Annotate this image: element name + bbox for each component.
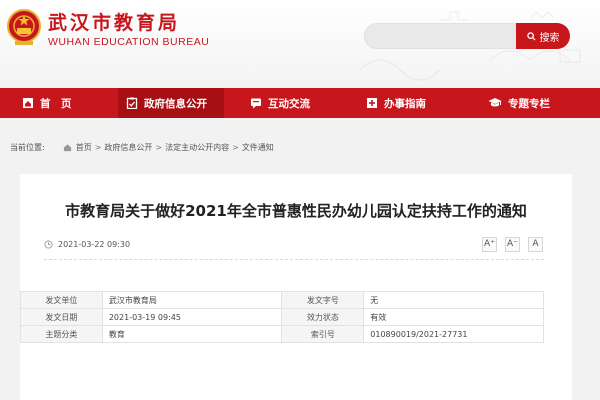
site-name[interactable]: 武汉市教育局 — [48, 8, 180, 35]
home-icon — [63, 143, 71, 151]
font-reset-button[interactable]: A — [528, 237, 543, 252]
field-label: 主题分类 — [20, 325, 103, 343]
breadcrumb-separator: > — [94, 142, 102, 152]
home-icon — [23, 98, 33, 108]
nav-item-label: 专题专栏 — [508, 97, 550, 110]
nav-item-label: 政府信息公开 — [144, 97, 207, 110]
field-label: 索引号 — [281, 325, 365, 343]
site-name-english: WUHAN EDUCATION BUREAU — [48, 36, 210, 48]
table-row: 发文单位 武汉市教育局 发文字号 无 — [20, 291, 544, 309]
field-value: 有效 — [363, 308, 544, 326]
field-value: 无 — [363, 291, 544, 309]
breadcrumb-prefix: 当前位置: — [10, 142, 45, 152]
breadcrumb-item-home[interactable]: 首页 — [76, 142, 92, 153]
article-title: 市教育局关于做好2021年全市普惠性民办幼儿园认定扶持工作的通知 — [65, 202, 527, 220]
graduation-cap-icon — [488, 98, 502, 107]
search-button-label: 搜索 — [539, 32, 560, 44]
table-row: 发文日期 2021-03-19 09:45 效力状态 有效 — [20, 308, 544, 326]
nav-item-guide[interactable]: 办事指南 — [344, 88, 458, 118]
search-icon — [526, 31, 536, 41]
publish-time: 2021-03-22 09:30 — [44, 240, 130, 249]
field-value: 2021-03-19 09:45 — [101, 308, 283, 326]
field-value: 武汉市教育局 — [101, 291, 283, 309]
clipboard-check-icon — [126, 97, 138, 109]
nav-item-interaction[interactable]: 互动交流 — [224, 88, 344, 118]
nav-item-label: 首 页 — [40, 97, 72, 110]
breadcrumb-separator: > — [155, 142, 163, 152]
breadcrumb: 当前位置: 首页 > 政府信息公开 > 法定主动公开内容 > 文件通知 — [0, 130, 600, 164]
field-label: 发文字号 — [281, 291, 365, 309]
site-header: 武汉市教育局 WUHAN EDUCATION BUREAU 搜索 — [0, 0, 600, 88]
field-value: 教育 — [101, 325, 283, 343]
field-label: 发文日期 — [20, 308, 103, 326]
breadcrumb-item-statutory[interactable]: 法定主动公开内容 — [165, 142, 229, 153]
nav-item-label: 办事指南 — [384, 97, 426, 110]
table-row: 主题分类 教育 索引号 010890019/2021-27731 — [20, 325, 544, 343]
breadcrumb-separator: > — [232, 142, 239, 152]
nav-item-label: 互动交流 — [268, 97, 310, 110]
plus-square-icon — [367, 98, 377, 108]
nav-item-gov-info[interactable]: 政府信息公开 — [118, 88, 224, 118]
publish-time-value: 2021-03-22 09:30 — [58, 240, 131, 249]
breadcrumb-item-gov-info[interactable]: 政府信息公开 — [104, 142, 152, 153]
font-decrease-button[interactable]: A⁻ — [505, 237, 520, 252]
breadcrumb-item-notices[interactable]: 文件通知 — [242, 142, 274, 153]
article-card: 市教育局关于做好2021年全市普惠性民办幼儿园认定扶持工作的通知 2021-03… — [20, 174, 572, 400]
main-nav: 首 页 政府信息公开 互动交流 办事指南 专题专栏 — [0, 88, 600, 118]
document-info-table: 发文单位 武汉市教育局 发文字号 无 发文日期 2021-03-19 09:45… — [20, 291, 544, 343]
article-meta: 2021-03-22 09:30 A⁺ A⁻ A — [44, 234, 544, 260]
font-increase-button[interactable]: A⁺ — [482, 237, 497, 252]
nav-item-home[interactable]: 首 页 — [0, 88, 118, 118]
search-button[interactable]: 搜索 — [516, 23, 570, 49]
chat-icon — [251, 98, 261, 109]
field-label: 效力状态 — [281, 308, 365, 326]
nav-item-topics[interactable]: 专题专栏 — [458, 88, 600, 118]
field-value: 010890019/2021-27731 — [363, 325, 544, 343]
clock-icon — [44, 240, 53, 249]
search-input[interactable] — [364, 23, 516, 49]
field-label: 发文单位 — [20, 291, 103, 309]
national-emblem-icon — [7, 9, 41, 45]
